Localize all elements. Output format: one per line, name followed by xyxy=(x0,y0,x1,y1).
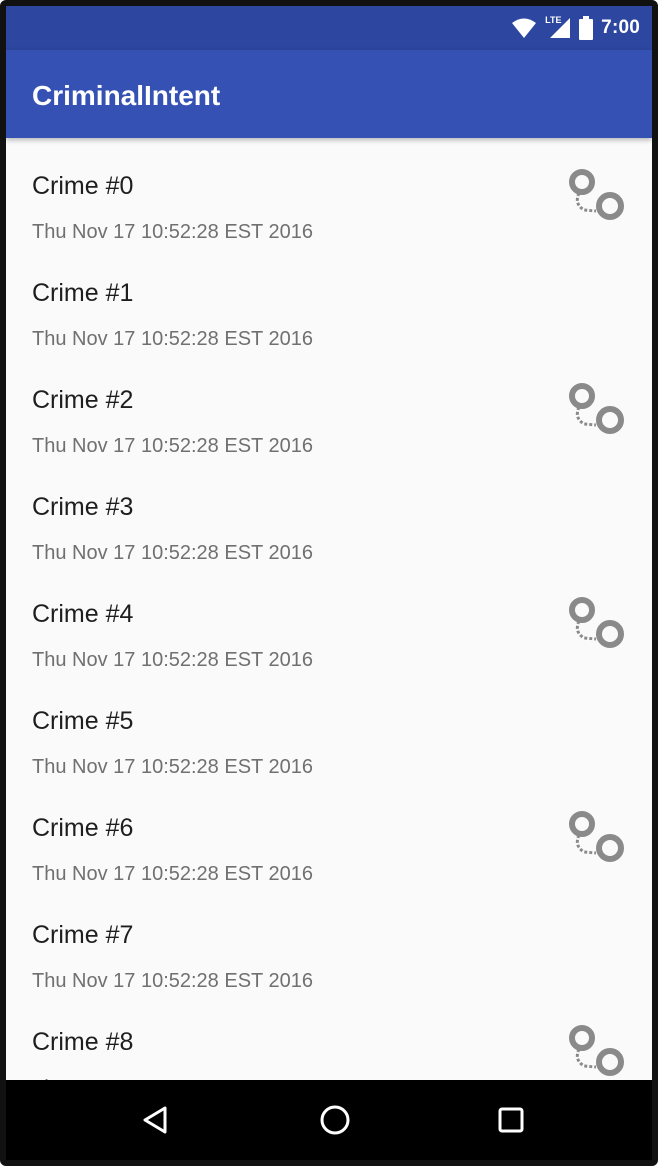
crime-list-item[interactable]: Crime #4 Thu Nov 17 10:52:28 EST 2016 xyxy=(6,566,652,673)
crime-list[interactable]: Crime #0 Thu Nov 17 10:52:28 EST 2016 Crim… xyxy=(6,138,652,1080)
crime-date: Thu Nov 17 10:52:28 EST 2016 xyxy=(32,435,313,457)
crime-title: Crime #6 xyxy=(32,814,134,842)
crime-title: Crime #8 xyxy=(32,1028,134,1056)
crime-date: Thu Nov 17 10:52:28 EST 2016 xyxy=(32,863,313,885)
crime-date: Thu Nov 17 10:52:28 EST 2016 xyxy=(32,756,313,778)
crime-date: Thu Nov 17 10:52:28 EST 2016 xyxy=(32,542,313,564)
crime-date: Thu Nov 17 10:52:28 EST 2016 xyxy=(32,970,313,992)
back-button[interactable] xyxy=(137,1102,173,1138)
navigation-bar xyxy=(6,1080,652,1160)
crime-title: Crime #0 xyxy=(32,172,134,200)
lte-signal-icon: LTE xyxy=(545,15,571,39)
handcuffs-icon xyxy=(562,378,628,440)
home-button[interactable] xyxy=(317,1102,353,1138)
handcuffs-icon xyxy=(562,806,628,868)
crime-title: Crime #5 xyxy=(32,707,134,735)
crime-list-item[interactable]: Crime #3 Thu Nov 17 10:52:28 EST 2016 xyxy=(6,459,652,566)
crime-title: Crime #2 xyxy=(32,386,134,414)
crime-date: Thu Nov 17 10:52:28 EST 2016 xyxy=(32,649,313,671)
home-circle-icon xyxy=(320,1105,350,1135)
crime-list-item[interactable]: Crime #0 Thu Nov 17 10:52:28 EST 2016 xyxy=(6,138,652,245)
crime-list-item[interactable]: Crime #2 Thu Nov 17 10:52:28 EST 2016 xyxy=(6,352,652,459)
handcuffs-icon xyxy=(562,1020,628,1080)
crime-list-item[interactable]: Crime #6 Thu Nov 17 10:52:28 EST 2016 xyxy=(6,780,652,887)
crime-date: Thu Nov 17 10:52:28 EST 2016 xyxy=(32,221,313,243)
crime-title: Crime #7 xyxy=(32,921,134,949)
crime-title: Crime #1 xyxy=(32,279,134,307)
clock-time: 7:00 xyxy=(601,17,640,38)
recents-square-icon xyxy=(498,1107,524,1133)
crime-date: Thu Nov 17 10:52:28 EST 2016 xyxy=(32,328,313,350)
crime-list-item[interactable]: Crime #8Thu Nov 17 10:52:28 EST 2016 xyxy=(6,994,652,1080)
crime-title: Crime #3 xyxy=(32,493,134,521)
handcuffs-icon xyxy=(562,592,628,654)
back-triangle-icon xyxy=(143,1106,167,1134)
recents-button[interactable] xyxy=(493,1102,529,1138)
handcuffs-icon xyxy=(562,164,628,226)
app-title: CriminalIntent xyxy=(32,80,221,111)
app-bar: CriminalIntent xyxy=(6,50,652,138)
status-bar: LTE 7:00 xyxy=(6,6,652,50)
crime-list-item[interactable]: Crime #1 Thu Nov 17 10:52:28 EST 2016 xyxy=(6,245,652,352)
device-frame: LTE 7:00 CriminalIntent Crime #0 Thu Nov … xyxy=(0,0,658,1166)
battery-icon xyxy=(579,16,594,40)
crime-list-item[interactable]: Crime #5 Thu Nov 17 10:52:28 EST 2016 xyxy=(6,673,652,780)
wifi-icon xyxy=(512,18,537,38)
crime-list-item[interactable]: Crime #7 Thu Nov 17 10:52:28 EST 2016 xyxy=(6,887,652,994)
crime-title: Crime #4 xyxy=(32,600,134,628)
status-icons: LTE 7:00 xyxy=(511,15,640,40)
